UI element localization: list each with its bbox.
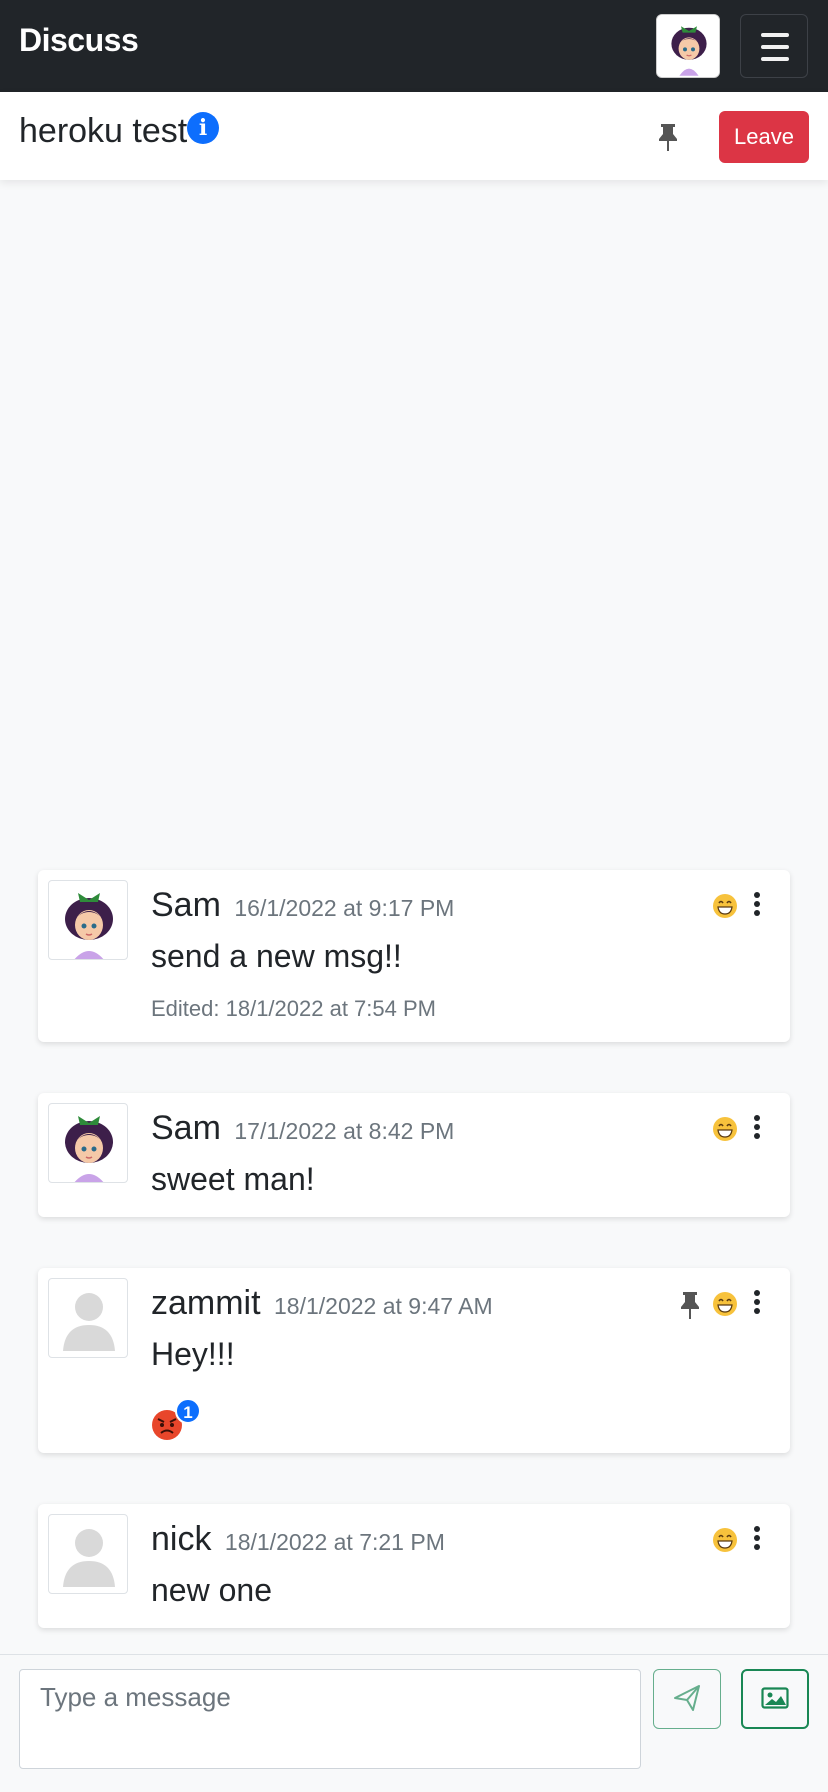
message-card: Sam 16/1/2022 at 9:17 PM send a new msg!… [38, 870, 790, 1042]
avatar[interactable] [48, 880, 128, 960]
girl-avatar-icon [65, 893, 113, 959]
image-icon [761, 1686, 789, 1709]
message-username[interactable]: Sam [151, 886, 221, 924]
avatar-girl-icon [657, 15, 719, 77]
default-avatar-icon [63, 1529, 115, 1587]
message-username[interactable]: nick [151, 1520, 211, 1558]
pin-icon[interactable] [655, 122, 681, 152]
message-text: Hey!!! [151, 1336, 235, 1372]
navbar: Discuss [0, 0, 828, 92]
leave-button[interactable]: Leave [719, 111, 809, 163]
message-username[interactable]: Sam [151, 1109, 221, 1147]
message-text: send a new msg!! [151, 938, 402, 974]
message-card: nick 18/1/2022 at 7:21 PM new one [38, 1504, 790, 1628]
emoji-reaction-icon[interactable] [712, 1527, 738, 1553]
message-timestamp: 17/1/2022 at 8:42 PM [234, 1118, 455, 1144]
message-timestamp: 18/1/2022 at 7:21 PM [224, 1529, 445, 1555]
message-composer [0, 1654, 828, 1792]
room-title: heroku test [19, 112, 188, 150]
message-text: new one [151, 1572, 272, 1608]
message-header: nick 18/1/2022 at 7:21 PM [151, 1520, 445, 1559]
send-button[interactable] [653, 1669, 721, 1729]
hamburger-icon [761, 33, 789, 37]
message-input[interactable] [19, 1669, 641, 1769]
message-timestamp: 18/1/2022 at 9:47 AM [274, 1293, 493, 1319]
brand-title[interactable]: Discuss [19, 22, 139, 59]
message-options-icon[interactable] [752, 1115, 762, 1141]
message-username[interactable]: zammit [151, 1284, 261, 1322]
reaction-count-badge: 1 [175, 1398, 201, 1424]
message-timestamp: 16/1/2022 at 9:17 PM [234, 895, 455, 921]
message-edited-note: Edited: 18/1/2022 at 7:54 PM [151, 996, 436, 1021]
default-avatar-icon [63, 1293, 115, 1351]
pinned-message-icon[interactable] [678, 1290, 702, 1320]
reaction-chip[interactable]: 1 [150, 1398, 204, 1442]
emoji-reaction-icon[interactable] [712, 1291, 738, 1317]
message-header: zammit 18/1/2022 at 9:47 AM [151, 1284, 493, 1323]
menu-toggle-button[interactable] [740, 14, 808, 78]
girl-avatar-icon [65, 1116, 113, 1182]
profile-avatar[interactable] [656, 14, 720, 78]
message-header: Sam 16/1/2022 at 9:17 PM [151, 886, 454, 925]
message-card: zammit 18/1/2022 at 9:47 AM Hey!!! 1 [38, 1268, 790, 1453]
message-options-icon[interactable] [752, 1290, 762, 1316]
message-card: Sam 17/1/2022 at 8:42 PM sweet man! [38, 1093, 790, 1217]
message-text: sweet man! [151, 1161, 315, 1197]
room-header: heroku test i Leave [0, 92, 828, 180]
send-icon [674, 1684, 700, 1711]
message-header: Sam 17/1/2022 at 8:42 PM [151, 1109, 454, 1148]
hamburger-icon-bar [761, 57, 789, 61]
avatar[interactable] [48, 1514, 128, 1594]
avatar[interactable] [48, 1278, 128, 1358]
emoji-reaction-icon[interactable] [712, 1116, 738, 1142]
message-options-icon[interactable] [752, 892, 762, 918]
image-upload-button[interactable] [741, 1669, 809, 1729]
avatar[interactable] [48, 1103, 128, 1183]
info-icon[interactable]: i [187, 112, 219, 144]
hamburger-icon-bar [761, 45, 789, 49]
emoji-reaction-icon[interactable] [712, 893, 738, 919]
message-options-icon[interactable] [752, 1526, 762, 1552]
